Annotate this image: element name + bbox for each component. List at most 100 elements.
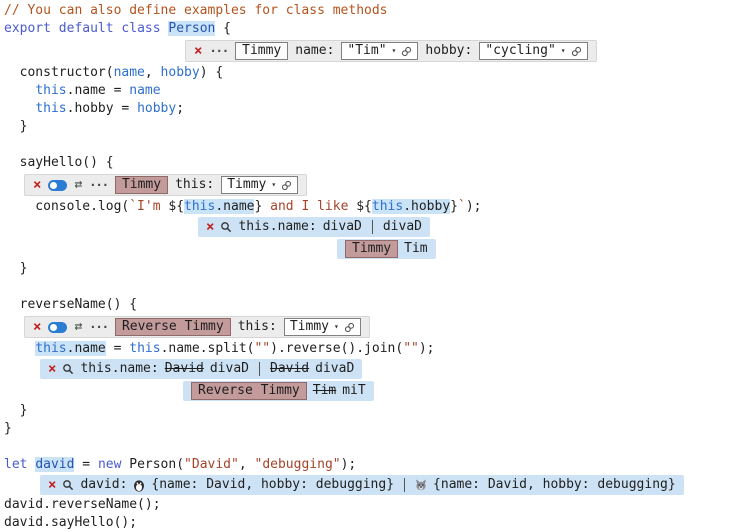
code-token: = — [74, 457, 97, 472]
code-token — [4, 341, 35, 356]
code-line[interactable] — [4, 438, 749, 456]
close-icon[interactable]: × — [206, 220, 214, 234]
class-example-widget: × ··· Timmy name: "Tim" ▾ hobby: "cyclin… — [185, 40, 597, 62]
code-line[interactable]: let david = new Person("David", "debuggi… — [4, 456, 749, 474]
this-value-dropdown[interactable]: Timmy ▾ — [284, 318, 361, 336]
toggle-icon[interactable] — [48, 322, 67, 333]
search-icon[interactable] — [62, 363, 74, 375]
code-line[interactable] — [4, 278, 749, 296]
code-token: david.sayHello(); — [4, 515, 137, 530]
code-line[interactable] — [4, 136, 749, 154]
chevron-down-icon: ▾ — [271, 176, 276, 194]
code-token: Person( — [121, 457, 184, 472]
code-line[interactable]: david.sayHello(); — [4, 514, 749, 532]
code-line[interactable]: } — [4, 402, 749, 420]
reversename-example-widget: × ⇄ ··· Reverse Timmy this: Timmy ▾ — [24, 316, 370, 338]
code-token: } — [4, 119, 27, 134]
toggle-knob — [50, 324, 57, 331]
toggle-icon[interactable] — [48, 180, 67, 191]
code-token: david.reverseName(); — [4, 497, 161, 512]
code-token: this — [35, 341, 66, 356]
link-icon[interactable] — [401, 46, 412, 57]
result-value: divaD — [323, 218, 362, 236]
example-name-chip: Reverse Timmy — [191, 382, 307, 400]
code-token: this — [35, 101, 66, 116]
widget-line: × this.name: divaD divaD — [4, 216, 749, 238]
code-token: this — [129, 341, 160, 356]
code-line[interactable]: } — [4, 118, 749, 136]
close-icon[interactable]: × — [194, 44, 202, 58]
close-icon[interactable]: × — [33, 178, 41, 192]
code-editor[interactable]: // You can also define examples for clas… — [4, 2, 749, 532]
code-line[interactable]: this.name = name — [4, 82, 749, 100]
link-icon[interactable] — [344, 322, 355, 333]
close-icon[interactable]: × — [48, 478, 56, 492]
code-line[interactable]: export default class Person { — [4, 20, 749, 38]
code-token: ${ — [356, 199, 372, 214]
code-line[interactable]: sayHello() { — [4, 154, 749, 172]
link-icon[interactable] — [571, 46, 582, 57]
code-line[interactable]: this.hobby = hobby; — [4, 100, 749, 118]
more-options-icon[interactable]: ··· — [89, 318, 108, 336]
code-line[interactable]: } — [4, 420, 749, 438]
compare-icon[interactable]: ⇄ — [74, 318, 82, 336]
close-icon[interactable]: × — [48, 362, 56, 376]
code-line[interactable]: } — [4, 260, 749, 278]
watched-expression: david: — [80, 476, 127, 494]
code-token: name — [114, 65, 145, 80]
sayhello-result-example-row: Timmy Tim — [337, 239, 436, 259]
code-token: david — [35, 457, 74, 472]
code-line[interactable]: david.reverseName(); — [4, 496, 749, 514]
close-icon[interactable]: × — [33, 320, 41, 334]
search-icon[interactable] — [62, 479, 74, 491]
code-token: .name — [215, 199, 254, 214]
result-old-value: David — [270, 360, 309, 378]
widget-line: × this.name: David divaD David divaD — [4, 358, 749, 380]
code-token: hobby — [137, 101, 176, 116]
hobby-value-dropdown[interactable]: "cycling" ▾ — [479, 42, 587, 60]
code-line[interactable]: reverseName() { — [4, 296, 749, 314]
code-token: } — [4, 421, 12, 436]
code-line[interactable]: // You can also define examples for clas… — [4, 2, 749, 20]
code-token: .name.split( — [161, 341, 255, 356]
code-line[interactable]: this.name = this.name.split("").reverse(… — [4, 340, 749, 358]
code-token: this — [184, 199, 215, 214]
more-options-icon[interactable]: ··· — [89, 176, 108, 194]
code-token: console.log( — [4, 199, 129, 214]
code-line[interactable]: constructor(name, hobby) { — [4, 64, 749, 82]
code-token: , — [239, 457, 255, 472]
result-new-value: miT — [342, 382, 365, 400]
widget-line: Timmy Tim — [4, 238, 749, 260]
widget-line: Reverse Timmy Tim miT — [4, 380, 749, 402]
widget-line: × ⇄ ··· Timmy this: Timmy ▾ — [4, 172, 749, 198]
code-token: ${ — [168, 199, 184, 214]
code-token: "David" — [184, 457, 239, 472]
value-separator — [259, 362, 260, 376]
watched-expression: this.name: — [238, 218, 316, 236]
result-old-value: Tim — [313, 382, 336, 400]
david-result-widget: × david: {name: David, hobby: debugging}… — [40, 475, 684, 495]
example-name-chip[interactable]: Reverse Timmy — [115, 318, 231, 336]
code-token: sayHello() { — [4, 155, 114, 170]
code-token: name — [129, 83, 160, 98]
link-icon[interactable] — [281, 180, 292, 191]
hobby-param-label: hobby: — [425, 42, 472, 60]
code-token: } — [450, 199, 458, 214]
code-token: export — [4, 21, 51, 36]
search-icon[interactable] — [220, 221, 232, 233]
example-name-chip[interactable]: Timmy — [235, 42, 288, 60]
compare-icon[interactable]: ⇄ — [74, 176, 82, 194]
code-token: ); — [419, 341, 435, 356]
chevron-down-icon: ▾ — [392, 42, 397, 60]
code-line[interactable]: console.log(`I'm ${this.name} and I like… — [4, 198, 749, 216]
more-options-icon[interactable]: ··· — [209, 42, 228, 60]
code-token: ); — [466, 199, 482, 214]
example-name-chip[interactable]: Timmy — [115, 176, 168, 194]
code-token: ; — [176, 101, 184, 116]
name-value-dropdown[interactable]: "Tim" ▾ — [341, 42, 418, 60]
sayhello-result-widget: × this.name: divaD divaD — [198, 217, 430, 237]
penguin-icon — [133, 479, 145, 492]
dropdown-value: "Tim" — [347, 42, 386, 60]
result-value: {name: David, hobby: debugging} — [151, 476, 394, 494]
this-value-dropdown[interactable]: Timmy ▾ — [221, 176, 298, 194]
